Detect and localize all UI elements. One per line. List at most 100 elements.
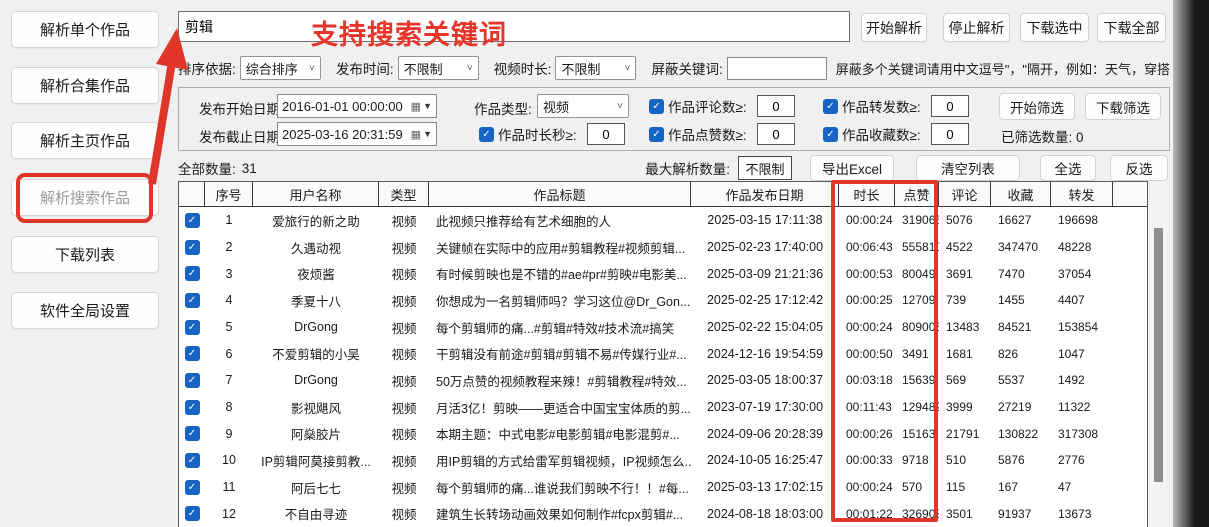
export-excel-button[interactable]: 导出Excel [810, 155, 894, 181]
cell-shares: 4407 [1051, 293, 1113, 307]
filtered-count-value: 0 [1076, 130, 1084, 145]
min-comments-checkbox[interactable]: 作品评论数≥: [649, 96, 747, 116]
table-row[interactable]: 8影视飓风视频月活3亿！剪映——更适合中国宝宝体质的剪...2023-07-19… [179, 394, 1147, 421]
table-row[interactable]: 5DrGong视频每个剪辑师的痛...#剪辑#特效#技术流#搞笑2025-02-… [179, 314, 1147, 341]
start-filter-button[interactable]: 开始筛选 [999, 93, 1075, 120]
block-keyword-input[interactable] [727, 57, 827, 80]
scrollbar-thumb[interactable] [1154, 228, 1163, 482]
work-type-value: 视频 [543, 97, 569, 116]
cell-type: 视频 [379, 371, 429, 390]
min-duration-input[interactable] [587, 123, 625, 145]
sidebar-item-homepage[interactable]: 解析主页作品 [11, 122, 159, 159]
video-duration-select[interactable]: 不限制 ˅ [555, 56, 636, 80]
row-checkbox[interactable] [185, 266, 200, 281]
table-row[interactable]: 2久遇动视视频关键帧在实际中的应用#剪辑教程#视频剪辑...2025-02-23… [179, 234, 1147, 261]
sort-select[interactable]: 综合排序 ˅ [240, 56, 321, 80]
table-scrollbar[interactable] [1150, 182, 1167, 527]
select-all-button[interactable]: 全选 [1040, 155, 1096, 181]
row-checkbox[interactable] [185, 293, 200, 308]
row-checkbox[interactable] [185, 320, 200, 335]
cell-duration: 00:00:53 [839, 267, 895, 281]
min-favorites-checkbox[interactable]: 作品收藏数≥: [823, 124, 921, 144]
total-count-label: 全部数量: [178, 158, 236, 178]
col-header-duration[interactable]: 时长 [839, 182, 895, 207]
table-row[interactable]: 7DrGong视频50万点赞的视频教程来辣！#剪辑教程#特效...2025-03… [179, 367, 1147, 394]
start-date-input[interactable]: 2016-01-01 00:00:00 ▦ ▼ [277, 94, 437, 118]
table-row[interactable]: 9阿燊胶片视频本期主题：中式电影#电影剪辑#电影混剪#...2024-09-06… [179, 420, 1147, 447]
row-checkbox[interactable] [185, 400, 200, 415]
table-row[interactable]: 1爱旅行的新之助视频此视频只推荐给有艺术细胞的人2025-03-15 17:11… [179, 207, 1147, 234]
min-favorites-input[interactable] [931, 123, 969, 145]
col-header-type[interactable]: 类型 [379, 182, 429, 207]
end-date-label: 发布截止日期: [199, 126, 284, 146]
sidebar-item-settings[interactable]: 软件全局设置 [11, 292, 159, 329]
col-header-date[interactable]: 作品发布日期 [691, 182, 839, 207]
start-parse-button[interactable]: 开始解析 [861, 13, 927, 42]
table-row[interactable]: 3夜烦酱视频有时候剪映也是不错的#ae#pr#剪映#电影美...2025-03-… [179, 260, 1147, 287]
cell-user: 影视飓风 [253, 398, 379, 417]
cell-title: 你想成为一名剪辑师吗？学习这位@Dr_Gon... [429, 291, 691, 310]
min-comments-label: 作品评论数≥: [668, 96, 747, 116]
col-header-shares[interactable]: 转发 [1051, 182, 1113, 207]
cell-likes: 319066 [895, 213, 939, 227]
min-shares-input[interactable] [931, 95, 969, 117]
row-checkbox[interactable] [185, 373, 200, 388]
cell-date: 2024-08-18 18:03:00 [691, 507, 839, 521]
stop-parse-button[interactable]: 停止解析 [943, 13, 1010, 42]
download-filter-button[interactable]: 下载筛选 [1085, 93, 1161, 120]
cell-likes: 12709 [895, 293, 939, 307]
row-checkbox[interactable] [185, 213, 200, 228]
cell-user: 夜烦酱 [253, 264, 379, 283]
clear-list-button[interactable]: 清空列表 [916, 155, 1020, 181]
col-header-likes[interactable]: 点赞 [895, 182, 939, 207]
search-input[interactable] [178, 11, 850, 42]
row-checkbox[interactable] [185, 346, 200, 361]
invert-selection-button[interactable]: 反选 [1110, 155, 1168, 181]
row-checkbox-cell [179, 213, 205, 228]
col-header-user[interactable]: 用户名称 [253, 182, 379, 207]
cell-comments: 3691 [939, 267, 991, 281]
cell-type: 视频 [379, 318, 429, 337]
dropdown-arrow-icon: ▼ [423, 129, 432, 139]
row-checkbox-cell [179, 266, 205, 281]
sidebar-item-download-list[interactable]: 下载列表 [11, 236, 159, 273]
col-header-num[interactable]: 序号 [205, 182, 253, 207]
end-date-input[interactable]: 2025-03-16 20:31:59 ▦ ▼ [277, 122, 437, 146]
cell-likes: 326908 [895, 507, 939, 521]
row-checkbox-cell [179, 320, 205, 335]
col-header-favorites[interactable]: 收藏 [991, 182, 1051, 207]
row-checkbox[interactable] [185, 240, 200, 255]
work-type-select[interactable]: 视频 ˅ [537, 94, 629, 118]
cell-favorites: 5876 [991, 453, 1051, 467]
min-shares-checkbox[interactable]: 作品转发数≥: [823, 96, 921, 116]
publish-time-select[interactable]: 不限制 ˅ [398, 56, 479, 80]
table-row[interactable]: 10IP剪辑阿莫接剪教...视频用IP剪辑的方式给雷军剪辑视频，IP视频怎么..… [179, 447, 1147, 474]
table-row[interactable]: 12不自由寻迹视频建筑生长转场动画效果如何制作#fcpx剪辑#...2024-0… [179, 500, 1147, 527]
row-checkbox-cell [179, 426, 205, 441]
col-header-comments[interactable]: 评论 [939, 182, 991, 207]
min-likes-checkbox[interactable]: 作品点赞数≥: [649, 124, 747, 144]
table-row[interactable]: 4季夏十八视频你想成为一名剪辑师吗？学习这位@Dr_Gon...2025-02-… [179, 287, 1147, 314]
cell-comments: 510 [939, 453, 991, 467]
row-checkbox[interactable] [185, 480, 200, 495]
row-checkbox[interactable] [185, 506, 200, 521]
table-row[interactable]: 11阿后七七视频每个剪辑师的痛...谁说我们剪映不行！！#每...2025-03… [179, 474, 1147, 501]
chevron-down-icon: ˅ [467, 63, 473, 74]
cell-shares: 11322 [1051, 400, 1113, 414]
max-parse-input[interactable]: 不限制 [738, 156, 792, 180]
col-header-title[interactable]: 作品标题 [429, 182, 691, 207]
row-checkbox[interactable] [185, 453, 200, 468]
download-all-button[interactable]: 下载全部 [1097, 13, 1166, 42]
min-duration-checkbox[interactable]: 作品时长秒≥: [479, 124, 577, 144]
sidebar-item-search[interactable]: 解析搜索作品 [11, 179, 159, 216]
cell-favorites: 1455 [991, 293, 1051, 307]
download-selected-button[interactable]: 下载选中 [1020, 13, 1089, 42]
min-shares-label: 作品转发数≥: [842, 96, 921, 116]
row-checkbox[interactable] [185, 426, 200, 441]
min-likes-input[interactable] [757, 123, 795, 145]
cell-shares: 47 [1051, 480, 1113, 494]
min-comments-input[interactable] [757, 95, 795, 117]
table-row[interactable]: 6不爱剪辑的小吴视频干剪辑没有前途#剪辑#剪辑不易#传媒行业#...2024-1… [179, 340, 1147, 367]
sidebar-item-single[interactable]: 解析单个作品 [11, 11, 159, 48]
sidebar-item-collection[interactable]: 解析合集作品 [11, 67, 159, 104]
